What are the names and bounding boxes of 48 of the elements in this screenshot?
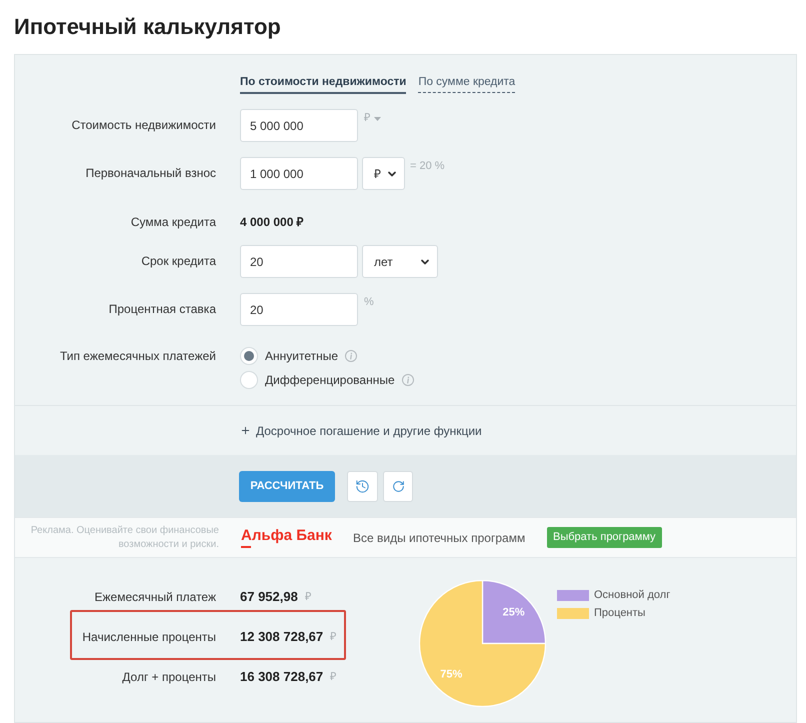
caret-icon[interactable] xyxy=(374,116,381,120)
currency-sign: ₽ xyxy=(330,670,336,685)
field-label: Первоначальный взнос xyxy=(86,166,216,181)
currency-sign: ₽ xyxy=(330,630,336,645)
info-icon[interactable] xyxy=(402,374,414,386)
result-value: 16 308 728,67 xyxy=(240,668,324,686)
field-label: Процентная ставка xyxy=(108,302,216,317)
reset-button[interactable] xyxy=(383,470,413,502)
history-button[interactable] xyxy=(347,470,378,502)
loan-amount: 4 000 000 ₽ xyxy=(240,214,304,231)
field-label: Стоимость недвижимости xyxy=(72,118,216,133)
input-field[interactable]: 5 000 000 xyxy=(240,109,358,142)
result-label: Начисленные проценты xyxy=(82,629,216,646)
plus-icon xyxy=(240,425,251,436)
radio-button[interactable] xyxy=(240,347,258,365)
currency-sign: ₽ xyxy=(304,590,311,605)
result-value: 67 952,98 xyxy=(240,588,298,606)
dropdown[interactable]: лет xyxy=(362,245,438,278)
dropdown[interactable]: ₽ xyxy=(362,157,405,190)
tab[interactable]: По сумме кредита xyxy=(418,75,516,93)
unit-label: % xyxy=(364,296,374,309)
history-icon xyxy=(355,478,370,494)
radio-button[interactable] xyxy=(240,371,258,389)
refresh-icon xyxy=(392,480,404,492)
result-label: Ежемесячный платеж xyxy=(94,589,216,606)
percent-note: = 20 % xyxy=(410,160,445,173)
bank-logo[interactable]: Альфа Банк xyxy=(241,528,332,548)
input-field[interactable]: 20 xyxy=(240,245,358,278)
page-title: Ипотечный калькулятор xyxy=(14,16,281,38)
input-field[interactable]: 20 xyxy=(240,293,358,326)
field-label: Срок кредита xyxy=(141,254,216,269)
field-label: Сумма кредита xyxy=(130,214,216,230)
slice-label: 75% xyxy=(440,668,462,681)
field-label: Тип ежемесячных платежей xyxy=(60,348,216,364)
tab[interactable]: По стоимости недвижимости xyxy=(240,75,406,94)
unit-label: ₽ xyxy=(364,112,370,125)
info-icon[interactable] xyxy=(345,350,358,362)
slice-label: 25% xyxy=(502,606,525,618)
expand-link[interactable]: Досрочное погашение и другие функции xyxy=(240,422,482,440)
result-value: 12 308 728,67 xyxy=(240,628,324,646)
legend-label: Проценты xyxy=(594,606,646,621)
ad-text: Все виды ипотечных программ xyxy=(353,530,526,546)
option-label: Дифференцированные xyxy=(265,372,395,389)
legend-label: Основной долг xyxy=(594,588,670,603)
option-label: Аннуитетные xyxy=(265,348,338,365)
result-label: Долг + проценты xyxy=(122,669,216,686)
input-field[interactable]: 1 000 000 xyxy=(240,157,358,190)
ad-disclaimer: Реклама. Оценивайте свои финансовые возможности и риски. xyxy=(30,524,219,552)
